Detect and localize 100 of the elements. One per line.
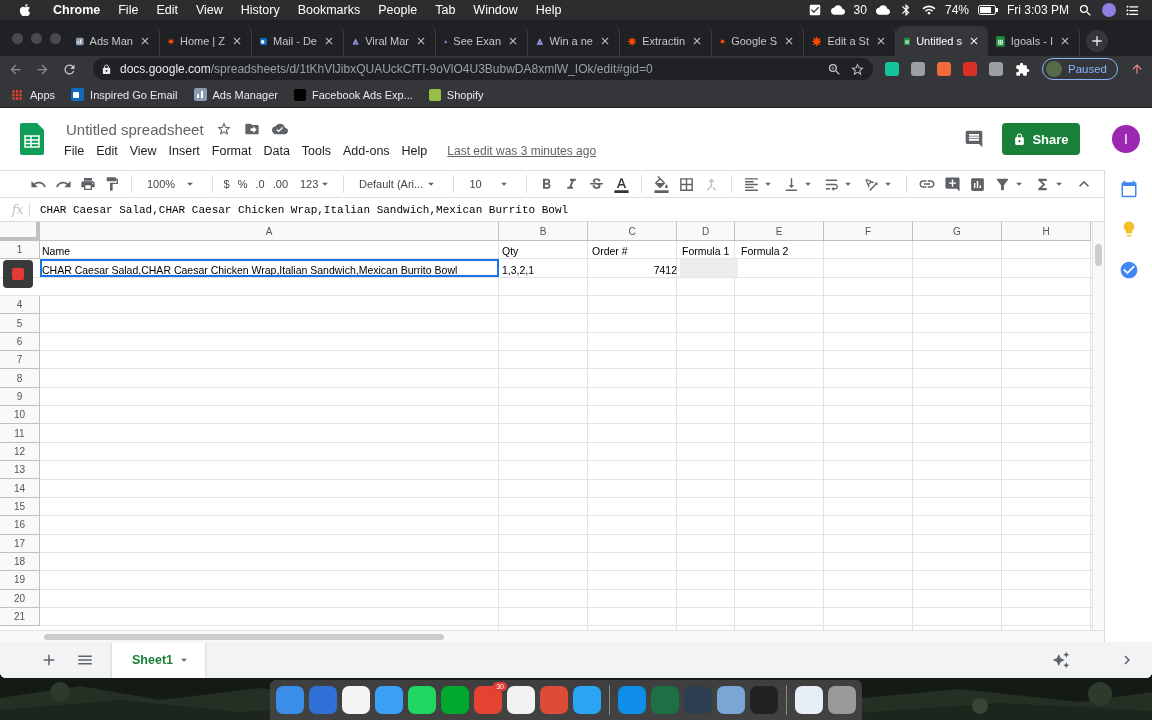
close-icon[interactable]: [783, 35, 795, 47]
avatar[interactable]: I: [1112, 125, 1140, 153]
fill-color-icon[interactable]: [653, 175, 671, 193]
currency-button[interactable]: $: [223, 178, 230, 190]
menu-item[interactable]: Edit: [90, 143, 124, 158]
column-header[interactable]: E: [735, 222, 824, 241]
app-icon[interactable]: [408, 686, 436, 714]
menu-item[interactable]: History: [231, 3, 289, 17]
update-icon[interactable]: [1130, 62, 1144, 76]
explore-icon[interactable]: [1052, 651, 1070, 669]
orb-icon[interactable]: [1102, 3, 1116, 17]
menu-item[interactable]: View: [186, 3, 232, 17]
menu-item[interactable]: Chrome: [44, 3, 110, 17]
menu-item[interactable]: Window: [464, 3, 527, 17]
sheets-logo[interactable]: [20, 123, 44, 155]
row-header[interactable]: 16: [0, 516, 40, 535]
menu-item[interactable]: File: [109, 3, 148, 17]
search-icon[interactable]: [1078, 2, 1093, 18]
increase-decimal-button[interactable]: .00: [272, 178, 288, 190]
close-icon[interactable]: [691, 35, 703, 47]
menu-item[interactable]: Tools: [295, 143, 338, 158]
close-icon[interactable]: [968, 35, 980, 47]
calendar-icon[interactable]: [1119, 180, 1138, 198]
bookmark[interactable]: Apps: [10, 87, 56, 102]
new-tab-button[interactable]: [1086, 30, 1108, 52]
app-icon[interactable]: [717, 686, 745, 714]
close-icon[interactable]: [1059, 35, 1071, 47]
menu-item[interactable]: File: [58, 143, 91, 158]
tasks-icon[interactable]: [1118, 260, 1139, 280]
bookmark[interactable]: Facebook Ads Exp...: [293, 88, 413, 101]
close-icon[interactable]: [231, 35, 243, 47]
menu-item[interactable]: View: [123, 143, 163, 158]
app-icon[interactable]: [342, 686, 370, 714]
row-header[interactable]: 10: [0, 406, 40, 425]
font-dropdown[interactable]: Default (Ari...: [355, 173, 443, 195]
menu-item[interactable]: Insert: [162, 143, 206, 158]
record-button[interactable]: [3, 260, 33, 288]
bookmark[interactable]: Inspired Go Email: [71, 88, 178, 101]
close-icon[interactable]: [415, 35, 427, 47]
column-header[interactable]: G: [913, 222, 1002, 241]
column-header[interactable]: F: [824, 222, 913, 241]
chart-icon[interactable]: [969, 175, 987, 193]
column-header[interactable]: H: [1002, 222, 1091, 241]
menu-item[interactable]: People: [369, 3, 427, 17]
menu-item[interactable]: Help: [526, 3, 571, 17]
menu-item[interactable]: Edit: [147, 3, 187, 17]
align-left-icon[interactable]: [743, 175, 761, 193]
menu-item[interactable]: Format: [205, 143, 258, 158]
close-icon[interactable]: [507, 35, 519, 47]
star-icon[interactable]: [215, 121, 232, 137]
menu-item[interactable]: Data: [257, 143, 296, 158]
profile-button[interactable]: Paused: [1042, 58, 1118, 80]
percent-button[interactable]: %: [237, 178, 248, 190]
formula-field[interactable]: CHAR Caesar Salad,CHAR Caesar Chicken Wrap,Italian Sandwich,Mexican Burrito Bowl: [40, 203, 569, 216]
text-color-icon[interactable]: [613, 175, 631, 193]
bookmark[interactable]: Shopify: [428, 88, 484, 101]
close-icon[interactable]: [139, 35, 151, 47]
last-edit-link[interactable]: Last edit was 3 minutes ago: [447, 143, 597, 158]
close-icon[interactable]: [599, 35, 611, 47]
app-icon[interactable]: [507, 686, 535, 714]
scrollbar-thumb[interactable]: [1095, 244, 1102, 266]
zoom-icon[interactable]: [827, 61, 842, 77]
app-icon[interactable]: [573, 686, 601, 714]
cloud-icon[interactable]: [271, 121, 288, 137]
puzzle-icon[interactable]: [1015, 61, 1030, 77]
close-icon[interactable]: [323, 35, 335, 47]
column-header[interactable]: C: [588, 222, 677, 241]
row-header[interactable]: 1: [0, 241, 40, 260]
address-bar[interactable]: docs.google.com/spreadsheets/d/1tKhVlJibxQUAUckCfTI-9oVlO4U3BubwDA8xmlW_IOk/edit#gid=0: [93, 58, 873, 80]
row-header[interactable]: 13: [0, 461, 40, 480]
row-header[interactable]: 14: [0, 479, 40, 498]
row-header[interactable]: 4: [0, 296, 40, 315]
folder-icon[interactable]: [243, 121, 260, 137]
font-size-dropdown[interactable]: 10: [465, 173, 516, 195]
bookmark[interactable]: Ads Manager: [193, 88, 278, 101]
browser-tab[interactable]: Untitled s: [896, 26, 988, 56]
row-header[interactable]: 8: [0, 369, 40, 388]
add-comment-icon[interactable]: [944, 175, 962, 193]
paint-format-icon[interactable]: [104, 176, 120, 192]
menu-item[interactable]: Help: [395, 143, 434, 158]
row-header[interactable]: 5: [0, 314, 40, 333]
number-format-dropdown[interactable]: 123: [296, 173, 332, 195]
star-icon[interactable]: [850, 61, 865, 77]
zoom-dropdown[interactable]: 100%: [143, 173, 201, 195]
sheet-tab[interactable]: Sheet1: [112, 642, 205, 678]
column-header[interactable]: D: [677, 222, 735, 241]
print-icon[interactable]: [80, 176, 96, 192]
app-icon[interactable]: [795, 686, 823, 714]
row-header[interactable]: 7: [0, 351, 40, 370]
menu-item[interactable]: Bookmarks: [288, 3, 370, 17]
row-header[interactable]: 19: [0, 571, 40, 590]
close-icon[interactable]: [875, 35, 887, 47]
scrollbar-thumb[interactable]: [44, 634, 444, 640]
borders-icon[interactable]: [678, 175, 696, 193]
menu-item[interactable]: Tab: [426, 3, 465, 17]
comment-icon[interactable]: [964, 129, 984, 149]
document-title[interactable]: Untitled spreadsheet: [66, 120, 204, 138]
column-header[interactable]: A: [40, 222, 499, 241]
column-header[interactable]: B: [499, 222, 588, 241]
menu-item[interactable]: Add-ons: [337, 143, 396, 158]
